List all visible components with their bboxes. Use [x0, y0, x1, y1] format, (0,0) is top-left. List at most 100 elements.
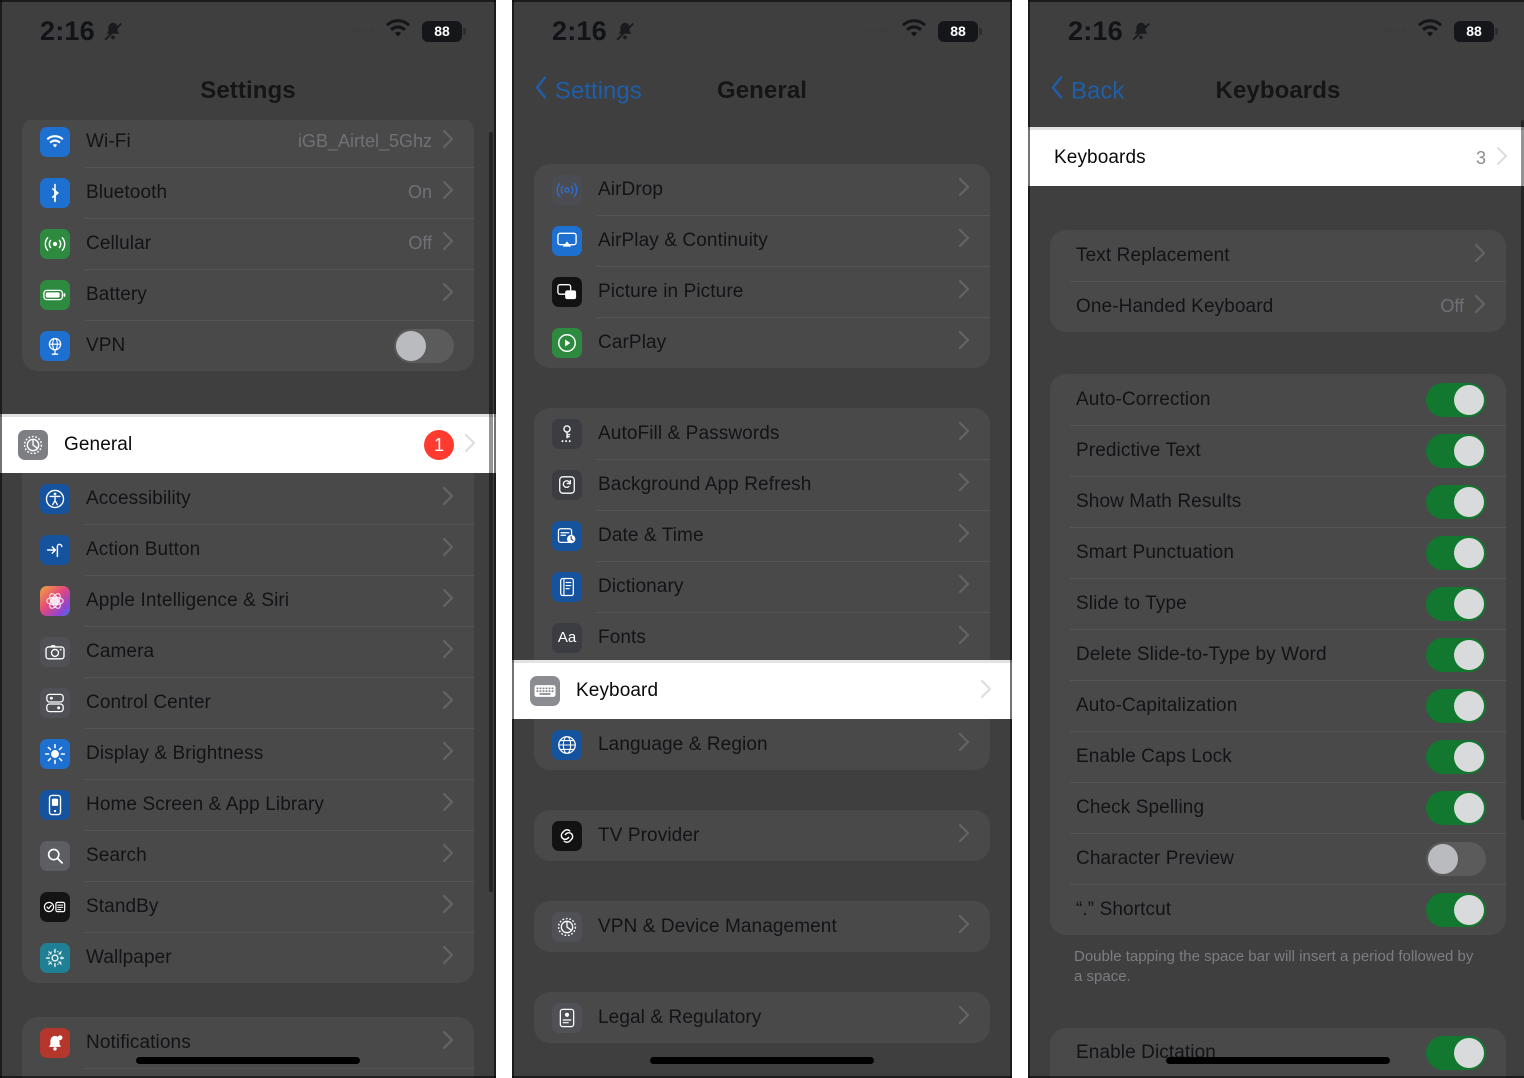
keyboards-row-label: Show Math Results	[1076, 490, 1242, 512]
general-row-language-region[interactable]: Language & Region	[534, 719, 990, 770]
settings-row-label: Wi-Fi	[86, 130, 131, 152]
tv-provider-icon	[552, 820, 582, 851]
general-row-vpn-device-management[interactable]: VPN & Device Management	[534, 901, 990, 952]
general-row-fonts[interactable]: Aa Fonts	[534, 612, 990, 663]
keyboards-row-label: Character Preview	[1076, 847, 1234, 869]
auto-capitalization-toggle[interactable]	[1426, 688, 1486, 723]
general-row-label: Background App Refresh	[598, 473, 812, 495]
row-accessory: Off	[1440, 294, 1486, 319]
settings-row-standby[interactable]: StandBy	[22, 881, 474, 932]
settings-row-bluetooth[interactable]: Bluetooth On	[22, 167, 474, 218]
settings-row-vpn[interactable]: VPN	[22, 320, 474, 371]
enable-dictation-toggle[interactable]	[1426, 1036, 1486, 1070]
back-button[interactable]: Back	[1050, 76, 1124, 107]
keyboards-toggle-row[interactable]: Enable Caps Lock	[1050, 731, 1506, 782]
general-row-airplay-continuity[interactable]: AirPlay & Continuity	[534, 215, 990, 266]
panel-gap-1	[496, 0, 512, 1078]
row-accessory	[1426, 790, 1486, 825]
settings-row-apple-intelligence-siri[interactable]: Apple Intelligence & Siri	[22, 575, 474, 626]
row-accessory	[958, 1005, 970, 1030]
settings-row-wallpaper[interactable]: Wallpaper	[22, 932, 474, 983]
general-row-picture-in-picture[interactable]: Picture in Picture	[534, 266, 990, 317]
row-accessory	[1426, 739, 1486, 774]
keyboards-toggle-row[interactable]: Show Math Results	[1050, 476, 1506, 527]
row-accessory	[442, 843, 454, 868]
settings-row-cellular[interactable]: Cellular Off	[22, 218, 474, 269]
settings-row-search[interactable]: Search	[22, 830, 474, 881]
row-accessory	[1426, 382, 1486, 417]
keyboards-row-one-handed-keyboard[interactable]: One-Handed Keyboard Off	[1050, 281, 1506, 332]
general-row-airdrop[interactable]: AirDrop	[534, 164, 990, 215]
settings-row-label: General	[64, 434, 133, 455]
row-accessory	[442, 639, 454, 664]
keyboards-toggle-row[interactable]: Auto-Correction	[1050, 374, 1506, 425]
pip-icon	[552, 276, 582, 307]
keyboards-toggle-row[interactable]: Smart Punctuation	[1050, 527, 1506, 578]
row-accessory	[958, 421, 970, 446]
general-row-dictionary[interactable]: Dictionary	[534, 561, 990, 612]
row-accessory	[958, 330, 970, 355]
row-accessory	[958, 228, 970, 253]
general-row-background-app-refresh[interactable]: Background App Refresh	[534, 459, 990, 510]
general-row-carplay[interactable]: CarPlay	[534, 317, 990, 368]
keyboards-toggle-row[interactable]: Check Spelling	[1050, 782, 1506, 833]
settings-row-label: Cellular	[86, 232, 152, 254]
keyboards-toggle-row[interactable]: Character Preview	[1050, 833, 1506, 884]
panel-keyboards: 2:16 88 Back Keyboards Keyboards 3 Text …	[1028, 0, 1524, 1078]
period-shortcut-toggle[interactable]	[1426, 892, 1486, 927]
gear-icon	[18, 430, 48, 460]
keyboards-toggle-row[interactable]: Auto-Capitalization	[1050, 680, 1506, 731]
enable-caps-lock-toggle[interactable]	[1426, 739, 1486, 774]
chevron-right-icon	[958, 574, 970, 599]
settings-row-label: Search	[86, 844, 147, 866]
general-row-tv-provider[interactable]: TV Provider	[534, 810, 990, 861]
settings-row-camera[interactable]: Camera	[22, 626, 474, 677]
slide-to-type-toggle[interactable]	[1426, 586, 1486, 621]
spotlight-general: General 1	[0, 414, 496, 473]
settings-row-display-brightness[interactable]: Display & Brightness	[22, 728, 474, 779]
wifi-icon	[385, 18, 411, 44]
row-accessory	[958, 279, 970, 304]
settings-screen: 2:16 88 Settings Wi-Fi iGB_Airtel_5Ghz B…	[0, 0, 496, 1078]
keyboards-navbar: Back Keyboards	[1028, 62, 1524, 120]
settings-row-battery[interactable]: Battery	[22, 269, 474, 320]
general-row-date-time[interactable]: Date & Time	[534, 510, 990, 561]
check-spelling-toggle[interactable]	[1426, 790, 1486, 825]
keyboards-row-text-replacement[interactable]: Text Replacement	[1050, 230, 1506, 281]
general-row-autofill-passwords[interactable]: AutoFill & Passwords	[534, 408, 990, 459]
back-button[interactable]: Settings	[534, 76, 642, 107]
show-math-results-toggle[interactable]	[1426, 484, 1486, 519]
settings-row-control-center[interactable]: Control Center	[22, 677, 474, 728]
settings-row-action-button[interactable]: Action Button	[22, 524, 474, 575]
delete-slide-to-type-by-word-toggle[interactable]	[1426, 637, 1486, 672]
keyboards-toggle-row[interactable]: Slide to Type	[1050, 578, 1506, 629]
keyboards-row-keyboards[interactable]: Keyboards 3	[1028, 130, 1524, 186]
keyboards-toggle-row[interactable]: Predictive Text	[1050, 425, 1506, 476]
smart-punctuation-toggle[interactable]	[1426, 535, 1486, 570]
row-accessory	[1426, 841, 1486, 876]
settings-row-wifi[interactable]: Wi-Fi iGB_Airtel_5Ghz	[22, 120, 474, 167]
keyboards-toggle-row[interactable]: Delete Slide-to-Type by Word	[1050, 629, 1506, 680]
settings-row-label: Control Center	[86, 691, 211, 713]
keyboards-toggle-row[interactable]: Enable Dictation	[1050, 1028, 1506, 1078]
settings-row-home-screen-app-library[interactable]: Home Screen & App Library	[22, 779, 474, 830]
chevron-right-icon	[958, 823, 970, 848]
home-indicator	[650, 1057, 874, 1064]
auto-correction-toggle[interactable]	[1426, 382, 1486, 417]
vpn-toggle[interactable]	[394, 328, 454, 363]
keyboards-toggle-row[interactable]: “.” Shortcut	[1050, 884, 1506, 935]
general-row-legal-regulatory[interactable]: Legal & Regulatory	[534, 992, 990, 1043]
row-accessory	[1426, 433, 1486, 468]
settings-row-general[interactable]: General 1	[0, 417, 496, 473]
row-accessory: 1	[424, 430, 476, 460]
predictive-text-toggle[interactable]	[1426, 433, 1486, 468]
settings-row-accessibility[interactable]: Accessibility	[22, 473, 474, 524]
general-row-label: TV Provider	[598, 824, 700, 846]
vertical-scrollbar[interactable]	[489, 132, 493, 892]
general-row-keyboard[interactable]: Keyboard	[512, 663, 1012, 719]
character-preview-toggle[interactable]	[1426, 841, 1486, 876]
settings-row-label: Action Button	[86, 538, 201, 560]
row-accessory	[442, 537, 454, 562]
general-row-label: Keyboard	[576, 680, 659, 701]
chevron-right-icon	[980, 679, 992, 704]
